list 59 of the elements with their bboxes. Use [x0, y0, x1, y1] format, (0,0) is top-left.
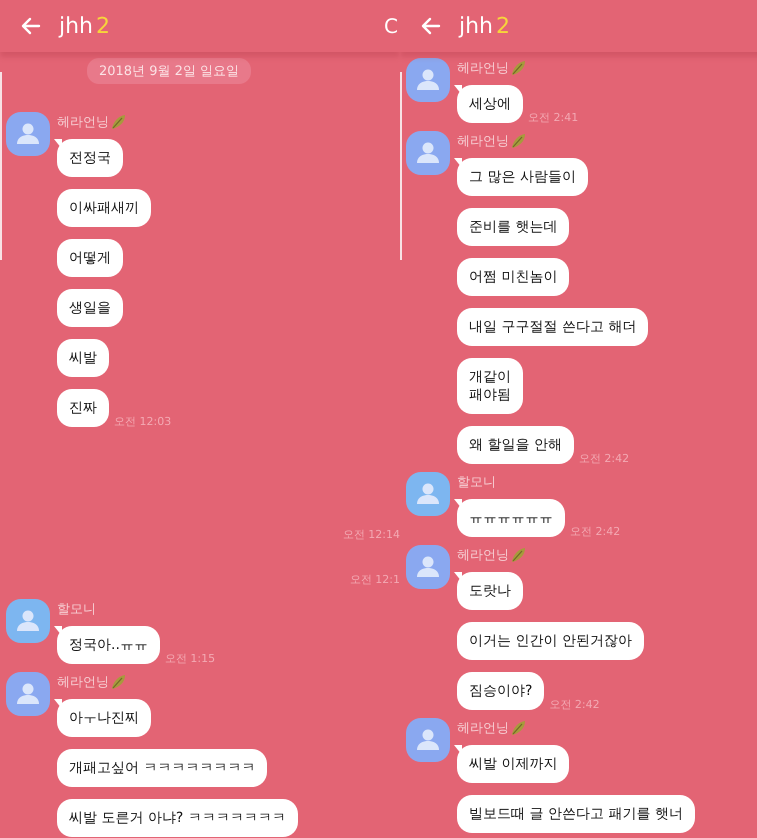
timestamp: 오전 1:15: [164, 651, 216, 666]
leaf-icon: [510, 133, 526, 149]
message-bubble: ㅠㅠㅠㅠㅠㅠ: [457, 499, 565, 537]
message-bubble: 생일을: [57, 289, 123, 327]
message-bubble: 세상에: [457, 85, 523, 123]
message-bubble: 아ㅜ나진찌: [57, 699, 151, 737]
timestamp: 오전 12:14: [342, 527, 400, 542]
avatar-icon: [6, 112, 50, 156]
sender-name: 할모니: [457, 474, 496, 491]
avatar-icon: [406, 545, 450, 589]
message-bubble: 씨발 이제까지: [457, 745, 570, 783]
timestamp: 오전 12:03: [114, 414, 172, 429]
date-chip: 2018년 9월 2일 일요일: [86, 58, 252, 84]
avatar-icon: [406, 718, 450, 762]
timestamp: 오전 2:42: [578, 451, 630, 466]
leaf-icon: [110, 114, 126, 130]
message-bubble: 진짜: [57, 389, 109, 427]
sender-name: 헤라언닝: [57, 674, 109, 691]
message-bubble: 개같이 패야됨: [457, 358, 523, 414]
message-bubble: 왜 할일을 안해: [457, 426, 574, 464]
avatar-icon: [406, 131, 450, 175]
message-bubble: 씨발: [57, 339, 109, 377]
message-bubble: 정국아..ㅠㅠ: [57, 626, 160, 664]
timestamp: 오전 12:1: [350, 572, 400, 587]
timestamp: 오전 2:42: [570, 524, 620, 539]
avatar-icon: [6, 599, 50, 643]
chat-title: jhh: [59, 14, 93, 38]
message-bubble: 전정국: [57, 139, 123, 177]
message-bubble: 씨발 도른거 아냐? ㅋㅋㅋㅋㅋㅋㅋ: [57, 799, 298, 837]
avatar-icon: [6, 672, 50, 716]
avatar-icon: [406, 472, 450, 516]
message-bubble: 이싸패새끼: [57, 189, 151, 227]
message-bubble: 개패고싶어 ㅋㅋㅋㅋㅋㅋㅋㅋ: [57, 749, 268, 787]
sender-name: 헤라언닝: [457, 133, 509, 150]
leaf-icon: [510, 547, 526, 563]
message-bubble: 그 많은 사람들이: [457, 158, 588, 196]
chat-title: jhh: [459, 14, 493, 38]
leaf-icon: [510, 720, 526, 736]
header-text: C: [384, 14, 398, 38]
sender-name: 헤라언닝: [57, 114, 109, 131]
message-bubble: 빌보드때 글 안쓴다고 패기를 햇너: [457, 795, 695, 833]
avatar-icon: [406, 58, 450, 102]
leaf-icon: [110, 674, 126, 690]
sender-name: 헤라언닝: [457, 60, 509, 77]
timestamp: 오전 2:42: [549, 697, 600, 712]
member-count: 2: [96, 14, 110, 38]
sender-name: 헤라언닝: [457, 547, 509, 564]
leaf-icon: [510, 60, 526, 76]
timestamp: 오전 2:41: [528, 110, 578, 125]
message-bubble: 내일 구구절절 쓴다고 해더: [457, 308, 648, 346]
member-count: 2: [496, 14, 510, 38]
message-bubble: 도랏나: [457, 572, 523, 610]
message-bubble: 이거는 인간이 안된거잖아: [457, 622, 644, 660]
sender-name: 헤라언닝: [457, 720, 509, 737]
message-bubble: 어쩜 미친놈이: [457, 258, 570, 296]
message-bubble: 준비를 햇는데: [457, 208, 570, 246]
sender-name: 할모니: [57, 601, 96, 618]
message-bubble: 어떻게: [57, 239, 123, 277]
message-bubble: 짐승이야?: [457, 672, 544, 710]
